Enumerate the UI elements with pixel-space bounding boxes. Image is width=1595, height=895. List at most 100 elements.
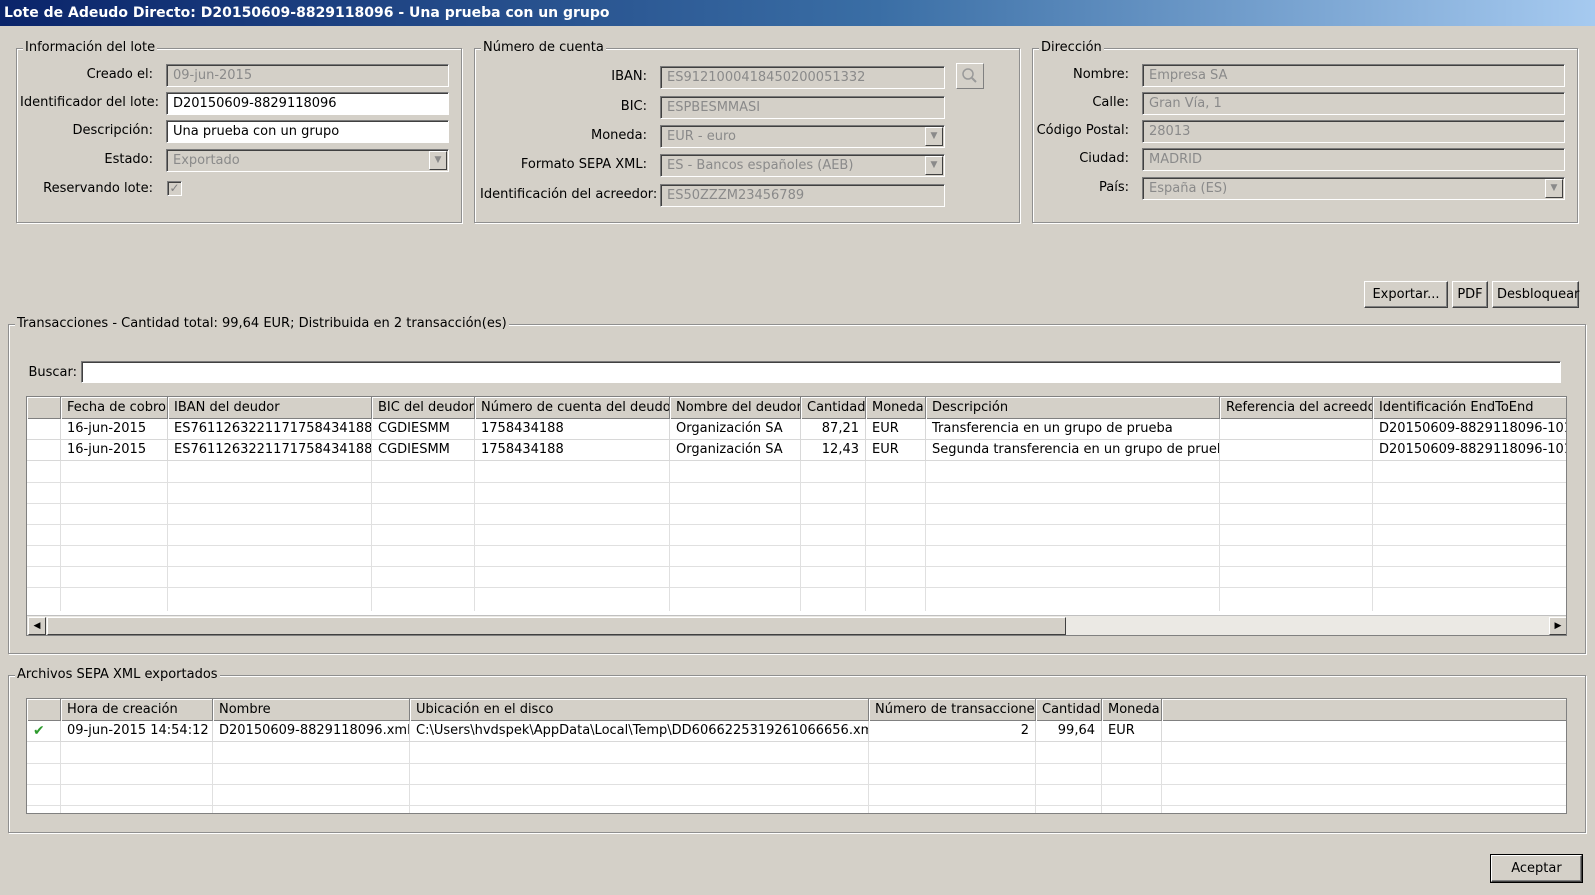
table-row[interactable]: ✔ 09-jun-2015 14:54:12 D20150609-8829118… [27, 721, 1566, 742]
descripcion-label: Descripción: [72, 123, 153, 138]
calle-field[interactable]: Gran Vía, 1 [1142, 92, 1565, 115]
chevron-down-icon: ▼ [925, 127, 943, 146]
cell-descripcion: Segunda transferencia en un grupo de pru… [926, 440, 1220, 461]
col-status[interactable] [27, 699, 61, 721]
col-cantidad[interactable]: Cantidad [801, 397, 866, 419]
pdf-button[interactable]: PDF [1452, 281, 1488, 308]
cell-moneda: EUR [866, 419, 926, 440]
iban-field[interactable]: ES9121000418450200051332 [660, 66, 945, 89]
cell-endtoend: D20150609-8829118096-101 [1373, 419, 1566, 440]
col-moneda[interactable]: Moneda [1102, 699, 1162, 721]
cell-cuenta: 1758434188 [475, 440, 670, 461]
pais-select[interactable]: España (ES) ▼ [1142, 177, 1565, 200]
formato-value: ES - Bancos españoles (AEB) [667, 158, 854, 173]
cell-filler [1162, 721, 1566, 742]
codigo-postal-label: Código Postal: [1036, 123, 1129, 138]
cell-select [27, 440, 61, 461]
buscar-input[interactable] [81, 361, 1561, 383]
col-cantidad[interactable]: Cantidad [1036, 699, 1102, 721]
col-numero-transacciones[interactable]: Número de transacciones [869, 699, 1036, 721]
cell-nombre: Organización SA [670, 419, 801, 440]
table-row[interactable]: 16-jun-2015 ES7611263221171758434188 CGD… [27, 440, 1566, 461]
iban-label: IBAN: [611, 69, 647, 84]
identificador-field[interactable]: D20150609-8829118096 [166, 92, 449, 115]
col-ubicacion[interactable]: Ubicación en el disco [410, 699, 869, 721]
estado-value: Exportado [173, 153, 240, 168]
cell-cantidad: 99,64 [1036, 721, 1102, 742]
buscar-label: Buscar: [28, 365, 77, 380]
estado-label: Estado: [104, 152, 153, 167]
calle-label: Calle: [1092, 95, 1129, 110]
desbloquear-button[interactable]: Desbloquear [1492, 281, 1579, 308]
col-referencia[interactable]: Referencia del acreedor [1220, 397, 1373, 419]
cell-numero-transacciones: 2 [869, 721, 1036, 742]
empty-grid [27, 461, 1566, 611]
horizontal-scrollbar[interactable]: ◀ ▶ [27, 615, 1566, 635]
cell-moneda: EUR [866, 440, 926, 461]
cell-fecha: 16-jun-2015 [61, 419, 168, 440]
col-iban-deudor[interactable]: IBAN del deudor [168, 397, 372, 419]
scroll-left-button[interactable]: ◀ [28, 617, 46, 635]
cell-nombre: D20150609-8829118096.xml [213, 721, 410, 742]
cell-iban: ES7611263221171758434188 [168, 419, 372, 440]
group-direccion-legend: Dirección [1039, 40, 1104, 55]
cell-nombre: Organización SA [670, 440, 801, 461]
cell-bic: CGDIESMM [372, 440, 475, 461]
nombre-label: Nombre: [1072, 67, 1129, 82]
transacciones-header: Fecha de cobro IBAN del deudor BIC del d… [27, 397, 1566, 419]
cell-bic: CGDIESMM [372, 419, 475, 440]
scroll-right-button[interactable]: ▶ [1549, 617, 1566, 635]
bic-field[interactable]: ESPBESMMASI [660, 96, 945, 119]
col-moneda[interactable]: Moneda [866, 397, 926, 419]
ciudad-label: Ciudad: [1079, 151, 1129, 166]
col-endtoend[interactable]: Identificación EndToEnd [1373, 397, 1566, 419]
moneda-value: EUR - euro [667, 129, 736, 144]
checkmark-icon: ✓ [169, 181, 180, 195]
cell-referencia [1220, 419, 1373, 440]
iban-search-button[interactable] [956, 63, 984, 89]
col-bic-deudor[interactable]: BIC del deudor [372, 397, 475, 419]
pais-label: País: [1099, 180, 1129, 195]
col-nombre-deudor[interactable]: Nombre del deudor [670, 397, 801, 419]
formato-label: Formato SEPA XML: [520, 157, 647, 172]
formato-select[interactable]: ES - Bancos españoles (AEB) ▼ [660, 154, 945, 177]
col-select[interactable] [27, 397, 61, 419]
col-nombre[interactable]: Nombre [213, 699, 410, 721]
ciudad-field[interactable]: MADRID [1142, 148, 1565, 171]
acreedor-field[interactable]: ES50ZZZM23456789 [660, 184, 945, 207]
col-numero-cuenta[interactable]: Número de cuenta del deudor [475, 397, 670, 419]
cell-cuenta: 1758434188 [475, 419, 670, 440]
col-fecha-cobro[interactable]: Fecha de cobro [61, 397, 168, 419]
moneda-select[interactable]: EUR - euro ▼ [660, 125, 945, 148]
col-hora-creacion[interactable]: Hora de creación [61, 699, 213, 721]
creado-field[interactable]: 09-jun-2015 [166, 64, 449, 87]
group-transacciones-legend: Transacciones - Cantidad total: 99,64 EU… [15, 316, 509, 331]
descripcion-field[interactable]: Una prueba con un grupo [166, 120, 449, 143]
creado-label: Creado el: [86, 67, 153, 82]
nombre-field[interactable]: Empresa SA [1142, 64, 1565, 87]
estado-select[interactable]: Exportado ▼ [166, 149, 449, 172]
cell-hora: 09-jun-2015 14:54:12 [61, 721, 213, 742]
scroll-thumb[interactable] [47, 617, 1066, 635]
table-row[interactable]: 16-jun-2015 ES7611263221171758434188 CGD… [27, 419, 1566, 440]
codigo-postal-field[interactable]: 28013 [1142, 120, 1565, 143]
cell-iban: ES7611263221171758434188 [168, 440, 372, 461]
transacciones-table[interactable]: Fecha de cobro IBAN del deudor BIC del d… [26, 396, 1567, 636]
chevron-down-icon: ▼ [1545, 179, 1563, 198]
acreedor-label: Identificación del acreedor: [480, 187, 658, 202]
exportar-button[interactable]: Exportar... [1364, 281, 1448, 308]
cell-fecha: 16-jun-2015 [61, 440, 168, 461]
check-icon: ✔ [27, 721, 61, 742]
reservando-checkbox[interactable]: ✓ [167, 181, 182, 196]
window-title: Lote de Adeudo Directo: D20150609-882911… [0, 0, 1595, 26]
col-descripcion[interactable]: Descripción [926, 397, 1220, 419]
cell-cantidad: 87,21 [801, 419, 866, 440]
chevron-down-icon: ▼ [925, 156, 943, 175]
bic-label: BIC: [620, 99, 647, 114]
empty-grid [27, 742, 1566, 813]
aceptar-button[interactable]: Aceptar [1490, 854, 1583, 883]
archivos-table[interactable]: Hora de creación Nombre Ubicación en el … [26, 698, 1567, 814]
cell-ubicacion: C:\Users\hvdspek\AppData\Local\Temp\DD60… [410, 721, 869, 742]
search-icon [962, 68, 977, 83]
moneda-label: Moneda: [590, 128, 647, 143]
